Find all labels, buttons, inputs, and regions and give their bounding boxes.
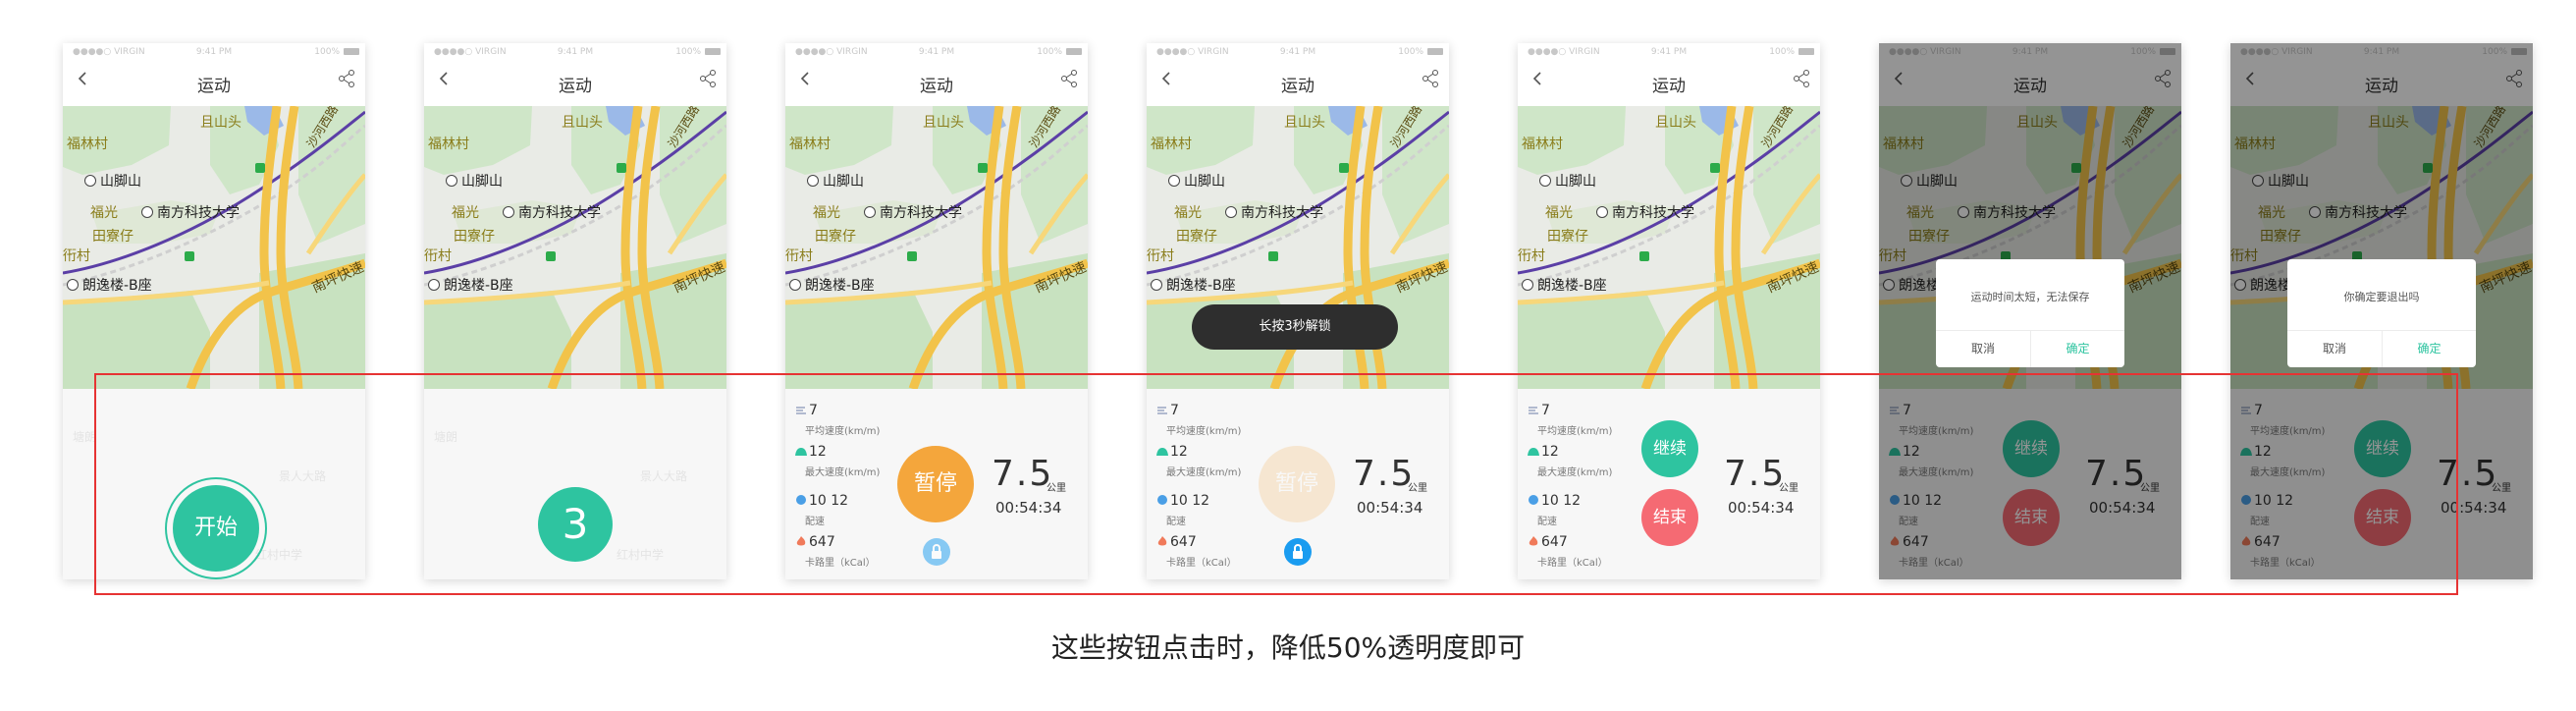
battery-percent: 100% xyxy=(1398,47,1423,57)
status-bar: ●●●●○ VIRGIN 9:41 PM 100% xyxy=(63,43,365,61)
page-title: 运动 xyxy=(197,77,231,96)
battery-percent: 100% xyxy=(675,47,701,57)
map-label-building: 朗逸楼-B座 xyxy=(67,275,152,295)
map-canvas xyxy=(1518,106,1820,389)
map-label-cut-village: 衎村 xyxy=(1147,248,1174,264)
page-title: 运动 xyxy=(1652,77,1686,96)
map-label-fu-guang: 福光 xyxy=(452,205,479,221)
battery-percent: 100% xyxy=(314,47,340,57)
map-label-village: 福林村 xyxy=(789,137,831,152)
battery-icon xyxy=(344,48,359,55)
annotation-caption: 这些按钮点击时，降低50%透明度即可 xyxy=(1050,631,1526,664)
map-label-tian-liao: 田寮仔 xyxy=(1547,229,1588,245)
map-label-building: 朗逸楼-B座 xyxy=(428,275,513,295)
map-label-shan-jiao: 山脚山 xyxy=(446,171,503,191)
highlight-box xyxy=(94,373,2458,595)
nav-bar: 运动 xyxy=(1147,61,1449,106)
route-map[interactable]: 福林村 且山头 山脚山 福光 南方科技大学 田寮仔 衎村 朗逸楼-B座 南坪快速 沙河西路 xyxy=(63,106,365,389)
route-map[interactable]: 福林村 且山头 山脚山 福光 南方科技大学 田寮仔 衎村 朗逸楼-B座 南坪快速 沙河西路 xyxy=(785,106,1088,389)
faded-map-label: 塘朗 xyxy=(73,430,97,444)
battery-percent: 100% xyxy=(1037,47,1062,57)
battery-icon xyxy=(1798,48,1814,55)
map-label-building: 朗逸楼-B座 xyxy=(1151,275,1236,295)
dialog-confirm-button[interactable]: 确定 xyxy=(2383,330,2476,367)
status-bar: ●●●●○ VIRGIN 9:41 PM 100% xyxy=(785,43,1088,61)
map-label-university: 南方科技大学 xyxy=(141,202,240,222)
map-label-cut-village: 衎村 xyxy=(424,248,452,264)
share-icon[interactable] xyxy=(1420,68,1441,89)
map-label-mountain-top: 且山头 xyxy=(200,115,242,131)
map-canvas xyxy=(424,106,726,389)
status-bar: ●●●●○ VIRGIN 9:41 PM 100% xyxy=(424,43,726,61)
confirm-dialog: 你确定要退出吗 取消 确定 xyxy=(2287,259,2476,367)
map-label-village: 福林村 xyxy=(67,137,108,152)
map-label-university: 南方科技大学 xyxy=(1596,202,1694,222)
map-label-village: 福林村 xyxy=(1522,137,1563,152)
map-label-mountain-top: 且山头 xyxy=(1655,115,1696,131)
share-icon[interactable] xyxy=(1058,68,1080,89)
nav-bar: 运动 xyxy=(1518,61,1820,106)
map-canvas xyxy=(785,106,1088,389)
share-icon[interactable] xyxy=(1791,68,1812,89)
map-label-fu-guang: 福光 xyxy=(813,205,840,221)
map-canvas xyxy=(63,106,365,389)
map-label-tian-liao: 田寮仔 xyxy=(92,229,134,245)
map-label-shan-jiao: 山脚山 xyxy=(84,171,141,191)
map-label-cut-village: 衎村 xyxy=(1518,248,1545,264)
page-title: 运动 xyxy=(1281,77,1315,96)
map-label-tian-liao: 田寮仔 xyxy=(815,229,856,245)
page-title: 运动 xyxy=(920,77,953,96)
nav-bar: 运动 xyxy=(424,61,726,106)
route-map[interactable]: 福林村 且山头 山脚山 福光 南方科技大学 田寮仔 衎村 朗逸楼-B座 南坪快速 沙河西路 xyxy=(1518,106,1820,389)
share-icon[interactable] xyxy=(697,68,719,89)
map-label-cut-village: 衎村 xyxy=(63,248,90,264)
map-label-shan-jiao: 山脚山 xyxy=(1168,171,1225,191)
battery-icon xyxy=(705,48,721,55)
dialog-message: 你确定要退出吗 xyxy=(2343,291,2420,303)
map-label-mountain-top: 且山头 xyxy=(1284,115,1325,131)
dialog-cancel-button[interactable]: 取消 xyxy=(1936,330,2030,367)
confirm-dialog: 运动时间太短，无法保存 取消 确定 xyxy=(1936,259,2124,367)
battery-icon xyxy=(1066,48,1082,55)
dialog-cancel-button[interactable]: 取消 xyxy=(2287,330,2382,367)
map-label-tian-liao: 田寮仔 xyxy=(454,229,495,245)
map-label-shan-jiao: 山脚山 xyxy=(807,171,864,191)
map-label-mountain-top: 且山头 xyxy=(562,115,603,131)
map-label-shan-jiao: 山脚山 xyxy=(1539,171,1596,191)
map-label-university: 南方科技大学 xyxy=(1225,202,1323,222)
map-label-university: 南方科技大学 xyxy=(503,202,601,222)
map-label-cut-village: 衎村 xyxy=(785,248,813,264)
nav-bar: 运动 xyxy=(63,61,365,106)
map-label-fu-guang: 福光 xyxy=(90,205,118,221)
nav-bar: 运动 xyxy=(785,61,1088,106)
map-label-fu-guang: 福光 xyxy=(1545,205,1573,221)
map-label-building: 朗逸楼-B座 xyxy=(1522,275,1607,295)
map-label-fu-guang: 福光 xyxy=(1174,205,1202,221)
map-label-building: 朗逸楼-B座 xyxy=(789,275,875,295)
battery-icon xyxy=(1427,48,1443,55)
status-bar: ●●●●○ VIRGIN 9:41 PM 100% xyxy=(1518,43,1820,61)
battery-percent: 100% xyxy=(1769,47,1795,57)
map-label-university: 南方科技大学 xyxy=(864,202,962,222)
map-label-mountain-top: 且山头 xyxy=(923,115,964,131)
share-icon[interactable] xyxy=(336,68,357,89)
page-title: 运动 xyxy=(559,77,592,96)
dialog-confirm-button[interactable]: 确定 xyxy=(2031,330,2124,367)
route-map[interactable]: 福林村 且山头 山脚山 福光 南方科技大学 田寮仔 衎村 朗逸楼-B座 南坪快速 沙河西路 xyxy=(424,106,726,389)
unlock-toast: 长按3秒解锁 xyxy=(1192,304,1398,350)
map-label-village: 福林村 xyxy=(428,137,469,152)
map-label-village: 福林村 xyxy=(1151,137,1192,152)
dialog-message: 运动时间太短，无法保存 xyxy=(1970,291,2090,303)
status-bar: ●●●●○ VIRGIN 9:41 PM 100% xyxy=(1147,43,1449,61)
map-label-tian-liao: 田寮仔 xyxy=(1176,229,1217,245)
